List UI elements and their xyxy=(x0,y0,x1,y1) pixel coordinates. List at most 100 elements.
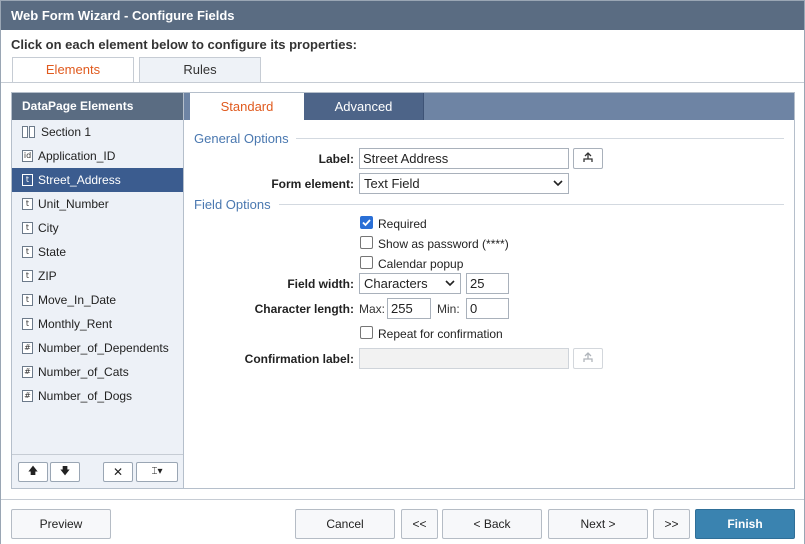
label-input[interactable]: Street Address xyxy=(359,148,569,169)
text-field-icon: t xyxy=(22,246,33,258)
arrow-up-icon: 🡅 xyxy=(27,466,39,477)
sidebar-toolbar: 🡅 🡇 ✕ ⌶▾ xyxy=(12,454,183,488)
list-item-section[interactable]: Section 1 xyxy=(12,120,183,144)
field-picker-icon xyxy=(583,152,593,162)
required-label: Required xyxy=(378,217,427,231)
list-item-label: Number_of_Dogs xyxy=(38,389,133,403)
tab-standard[interactable]: Standard xyxy=(190,93,304,120)
list-item[interactable]: t ZIP xyxy=(12,264,183,288)
chevron-down-icon xyxy=(445,280,455,287)
form-element-value: Text Field xyxy=(364,176,420,191)
config-panel: DataPage Elements Section 1 id Applicati… xyxy=(11,92,795,489)
move-up-button[interactable]: 🡅 xyxy=(18,462,48,482)
preview-button[interactable]: Preview xyxy=(11,509,111,539)
id-icon: id xyxy=(22,150,33,162)
confirmation-picker-button[interactable] xyxy=(573,348,603,369)
field-width-input[interactable]: 25 xyxy=(466,273,509,294)
field-width-unit-value: Characters xyxy=(364,276,428,291)
list-item-label: Unit_Number xyxy=(38,197,109,211)
cancel-button[interactable]: Cancel xyxy=(295,509,395,539)
check-icon xyxy=(362,219,371,227)
calendar-popup-label: Calendar popup xyxy=(378,257,464,271)
list-item-label: Monthly_Rent xyxy=(38,317,113,331)
tab-elements[interactable]: Elements xyxy=(12,57,134,83)
insert-element-button[interactable]: ⌶▾ xyxy=(136,462,178,482)
list-item[interactable]: t City xyxy=(12,216,183,240)
show-password-checkbox[interactable] xyxy=(360,236,373,249)
list-item-label: State xyxy=(38,245,67,259)
section-icon xyxy=(22,126,36,138)
list-item[interactable]: t Move_In_Date xyxy=(12,288,183,312)
list-item[interactable]: id Application_ID xyxy=(12,144,183,168)
properties-pane: Standard Advanced General Options Label:… xyxy=(184,93,794,488)
text-field-icon: t xyxy=(22,318,33,330)
field-width-caption: Field width: xyxy=(287,277,354,291)
general-options-title: General Options xyxy=(194,131,289,146)
list-item[interactable]: # Number_of_Dogs xyxy=(12,384,183,408)
sidebar-title: DataPage Elements xyxy=(12,93,183,120)
field-picker-button[interactable] xyxy=(573,148,603,169)
move-down-button[interactable]: 🡇 xyxy=(50,462,80,482)
chevron-down-icon xyxy=(553,180,563,187)
list-item[interactable]: t State xyxy=(12,240,183,264)
text-field-icon: t xyxy=(22,174,33,186)
min-caption: Min: xyxy=(437,302,460,316)
text-field-icon: t xyxy=(22,222,33,234)
list-item-label: Move_In_Date xyxy=(38,293,117,307)
list-item-label: Street_Address xyxy=(38,173,121,187)
list-item-label: City xyxy=(38,221,59,235)
back-button[interactable]: < Back xyxy=(442,509,542,539)
field-width-unit-select[interactable]: Characters xyxy=(359,273,461,294)
elements-list: Section 1 id Application_ID t Street_Add… xyxy=(12,120,183,408)
arrow-down-icon: 🡇 xyxy=(59,466,71,477)
max-caption: Max: xyxy=(359,302,386,316)
instruction-text: Click on each element below to configure… xyxy=(11,37,358,52)
delete-button[interactable]: ✕ xyxy=(103,462,133,482)
number-field-icon: # xyxy=(22,366,33,378)
list-item-label: Number_of_Cats xyxy=(38,365,129,379)
tab-rules[interactable]: Rules xyxy=(139,57,261,82)
required-checkbox[interactable] xyxy=(360,216,373,229)
list-item-label: Number_of_Dependents xyxy=(38,341,169,355)
number-field-icon: # xyxy=(22,342,33,354)
confirmation-label-caption: Confirmation label: xyxy=(244,352,354,366)
divider xyxy=(296,138,784,139)
form-element-select[interactable]: Text Field xyxy=(359,173,569,194)
properties-tabbar: Standard Advanced xyxy=(184,93,794,120)
finish-button[interactable]: Finish xyxy=(695,509,795,539)
list-item-label: ZIP xyxy=(38,269,57,283)
first-button[interactable]: << xyxy=(401,509,438,539)
window-title: Web Form Wizard - Configure Fields xyxy=(1,1,804,30)
field-options-title: Field Options xyxy=(194,197,271,212)
max-length-input[interactable]: 255 xyxy=(387,298,431,319)
last-button[interactable]: >> xyxy=(653,509,690,539)
list-item-label: Section 1 xyxy=(41,125,92,139)
divider xyxy=(279,204,784,205)
min-length-input[interactable]: 0 xyxy=(466,298,509,319)
tab-advanced[interactable]: Advanced xyxy=(304,93,424,120)
list-item[interactable]: t Monthly_Rent xyxy=(12,312,183,336)
next-button[interactable]: Next > xyxy=(548,509,648,539)
repeat-confirmation-checkbox[interactable] xyxy=(360,326,373,339)
confirmation-label-input[interactable] xyxy=(359,348,569,369)
list-item-selected[interactable]: t Street_Address xyxy=(12,168,183,192)
text-field-icon: t xyxy=(22,294,33,306)
list-item[interactable]: # Number_of_Cats xyxy=(12,360,183,384)
repeat-confirmation-label: Repeat for confirmation xyxy=(378,327,503,341)
tab-divider xyxy=(1,82,804,83)
label-caption: Label: xyxy=(318,152,354,166)
list-item[interactable]: t Unit_Number xyxy=(12,192,183,216)
field-picker-icon xyxy=(583,352,593,362)
close-icon: ✕ xyxy=(112,465,124,479)
list-item-label: Application_ID xyxy=(38,149,116,163)
wizard-footer: Preview Cancel << < Back Next > >> Finis… xyxy=(1,499,804,544)
elements-sidebar: DataPage Elements Section 1 id Applicati… xyxy=(12,93,184,488)
insert-dropdown-icon: ⌶▾ xyxy=(151,466,163,477)
calendar-popup-checkbox[interactable] xyxy=(360,256,373,269)
text-field-icon: t xyxy=(22,198,33,210)
list-item[interactable]: # Number_of_Dependents xyxy=(12,336,183,360)
show-password-label: Show as password (****) xyxy=(378,237,509,251)
wizard-window: Web Form Wizard - Configure Fields Click… xyxy=(0,0,805,544)
char-length-caption: Character length: xyxy=(254,302,354,316)
text-field-icon: t xyxy=(22,270,33,282)
